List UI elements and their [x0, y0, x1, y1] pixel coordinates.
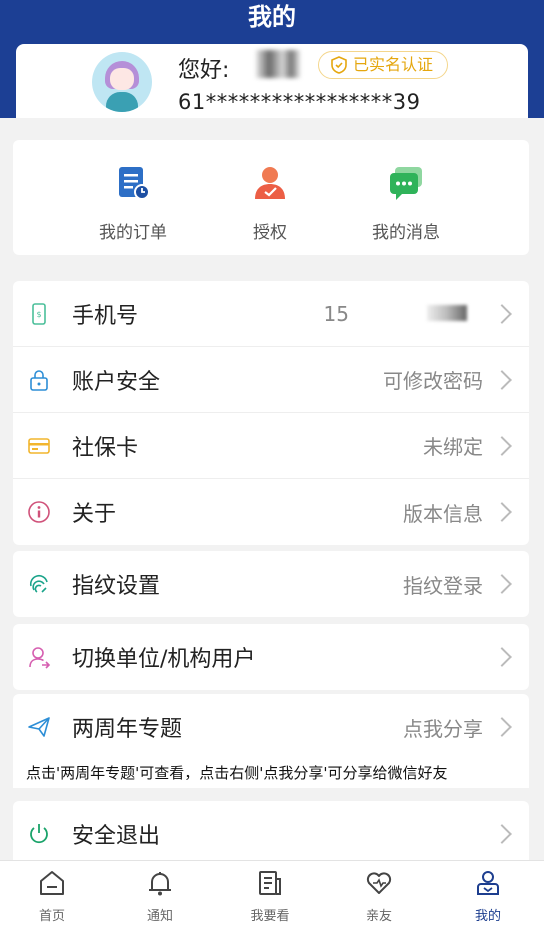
chevron-right-icon [492, 647, 512, 667]
fingerprint-icon [29, 574, 48, 593]
tab-watch[interactable]: 我要看 [235, 869, 305, 924]
menu-item-value: 版本信息 [403, 501, 483, 526]
tab-label: 我的 [474, 909, 501, 924]
home-icon [40, 871, 64, 895]
menu-item-label: 切换单位/机构用户 [72, 647, 256, 672]
switch-user-icon [29, 647, 51, 669]
masked-id: 61*****************39 [178, 90, 421, 114]
bottom-tab-bar: 首页 通知 我要看 亲友 我的 [0, 860, 544, 935]
profile-card: 您好: 已实名认证 61*****************39 [16, 44, 528, 118]
chevron-right-icon [492, 717, 512, 737]
verified-badge: 已实名认证 [318, 51, 449, 79]
quick-action-label: 我的消息 [372, 223, 440, 243]
order-icon [119, 167, 150, 200]
tab-home[interactable]: 首页 [17, 869, 87, 924]
heart-icon [366, 872, 392, 894]
power-icon [30, 824, 48, 844]
menu-item-value: 可修改密码 [383, 369, 483, 393]
menu-item-label: 安全退出 [72, 824, 161, 849]
avatar[interactable] [92, 52, 152, 112]
authorize-icon [255, 167, 285, 199]
shield-check-icon [331, 56, 347, 74]
quick-action-label: 授权 [253, 223, 287, 243]
menu-item-logout[interactable]: 安全退出 [13, 801, 529, 867]
tab-notice[interactable]: 通知 [125, 869, 195, 924]
page-title: 我的 [248, 3, 296, 31]
quick-action-authorize[interactable]: 授权 [210, 164, 330, 243]
menu-item-label: 指纹设置 [72, 574, 161, 599]
logout-group: 安全退出 [13, 801, 529, 867]
menu-item-value: 未绑定 [423, 435, 483, 459]
menu-item-anniversary[interactable]: 两周年专题 点我分享 [13, 694, 529, 760]
bell-icon [149, 872, 171, 896]
chevron-right-icon [492, 369, 512, 390]
quick-action-label: 我的订单 [99, 223, 167, 243]
menu-item-label: 关于 [72, 502, 117, 527]
menu-item-label: 两周年专题 [72, 717, 183, 742]
menu-item-about[interactable]: 关于 版本信息 [13, 479, 529, 545]
info-icon [28, 501, 50, 523]
chevron-right-icon [492, 574, 512, 594]
menu-item-label: 社保卡 [72, 435, 139, 461]
lock-icon [30, 370, 48, 391]
fingerprint-group: 指纹设置 指纹登录 [13, 551, 529, 617]
chevron-right-icon [492, 502, 512, 522]
menu-item-value: 指纹登录 [403, 573, 483, 598]
menu-item-switch-user[interactable]: 切换单位/机构用户 [13, 624, 529, 690]
user-icon [477, 871, 499, 895]
tab-label: 通知 [146, 909, 173, 924]
blurred-username [256, 50, 300, 78]
menu-item-label: 手机号 [72, 303, 139, 329]
quick-action-orders[interactable]: 我的订单 [73, 164, 193, 243]
phone-icon: $ [32, 303, 46, 325]
menu-item-social-card[interactable]: 社保卡 未绑定 [13, 413, 529, 479]
menu-item-fingerprint[interactable]: 指纹设置 指纹登录 [13, 551, 529, 617]
menu-item-phone[interactable]: $ 手机号 15 [13, 281, 529, 347]
document-icon [259, 871, 281, 895]
tab-label: 首页 [38, 909, 65, 924]
send-icon [28, 717, 50, 737]
tab-mine[interactable]: 我的 [453, 869, 523, 924]
menu-item-label: 账户安全 [72, 369, 161, 395]
svg-text:$: $ [36, 310, 41, 319]
message-icon [390, 167, 422, 200]
chevron-right-icon [492, 824, 512, 844]
verified-badge-label: 已实名认证 [353, 55, 434, 74]
anniversary-note: 点击'两周年专题'可查看，点击右侧'点我分享'可分享给微信好友 [26, 764, 448, 782]
settings-group: $ 手机号 15 账户安全 可修改密码 社保卡 未绑定 关于 版本信息 [13, 281, 529, 545]
menu-item-value: 15 [323, 301, 349, 326]
card-icon [28, 438, 50, 454]
share-link[interactable]: 点我分享 [403, 713, 483, 742]
tab-label: 亲友 [365, 909, 392, 924]
greeting-text: 您好: [178, 58, 230, 83]
blurred-phone-number [427, 305, 467, 321]
chevron-right-icon [492, 303, 512, 324]
tab-label: 我要看 [250, 909, 290, 924]
menu-item-account-security[interactable]: 账户安全 可修改密码 [13, 347, 529, 413]
chevron-right-icon [492, 435, 512, 456]
quick-action-messages[interactable]: 我的消息 [346, 164, 466, 243]
switch-user-group: 切换单位/机构用户 [13, 624, 529, 690]
quick-actions: 我的订单 授权 我的消息 [13, 140, 529, 255]
tab-family[interactable]: 亲友 [344, 869, 414, 924]
